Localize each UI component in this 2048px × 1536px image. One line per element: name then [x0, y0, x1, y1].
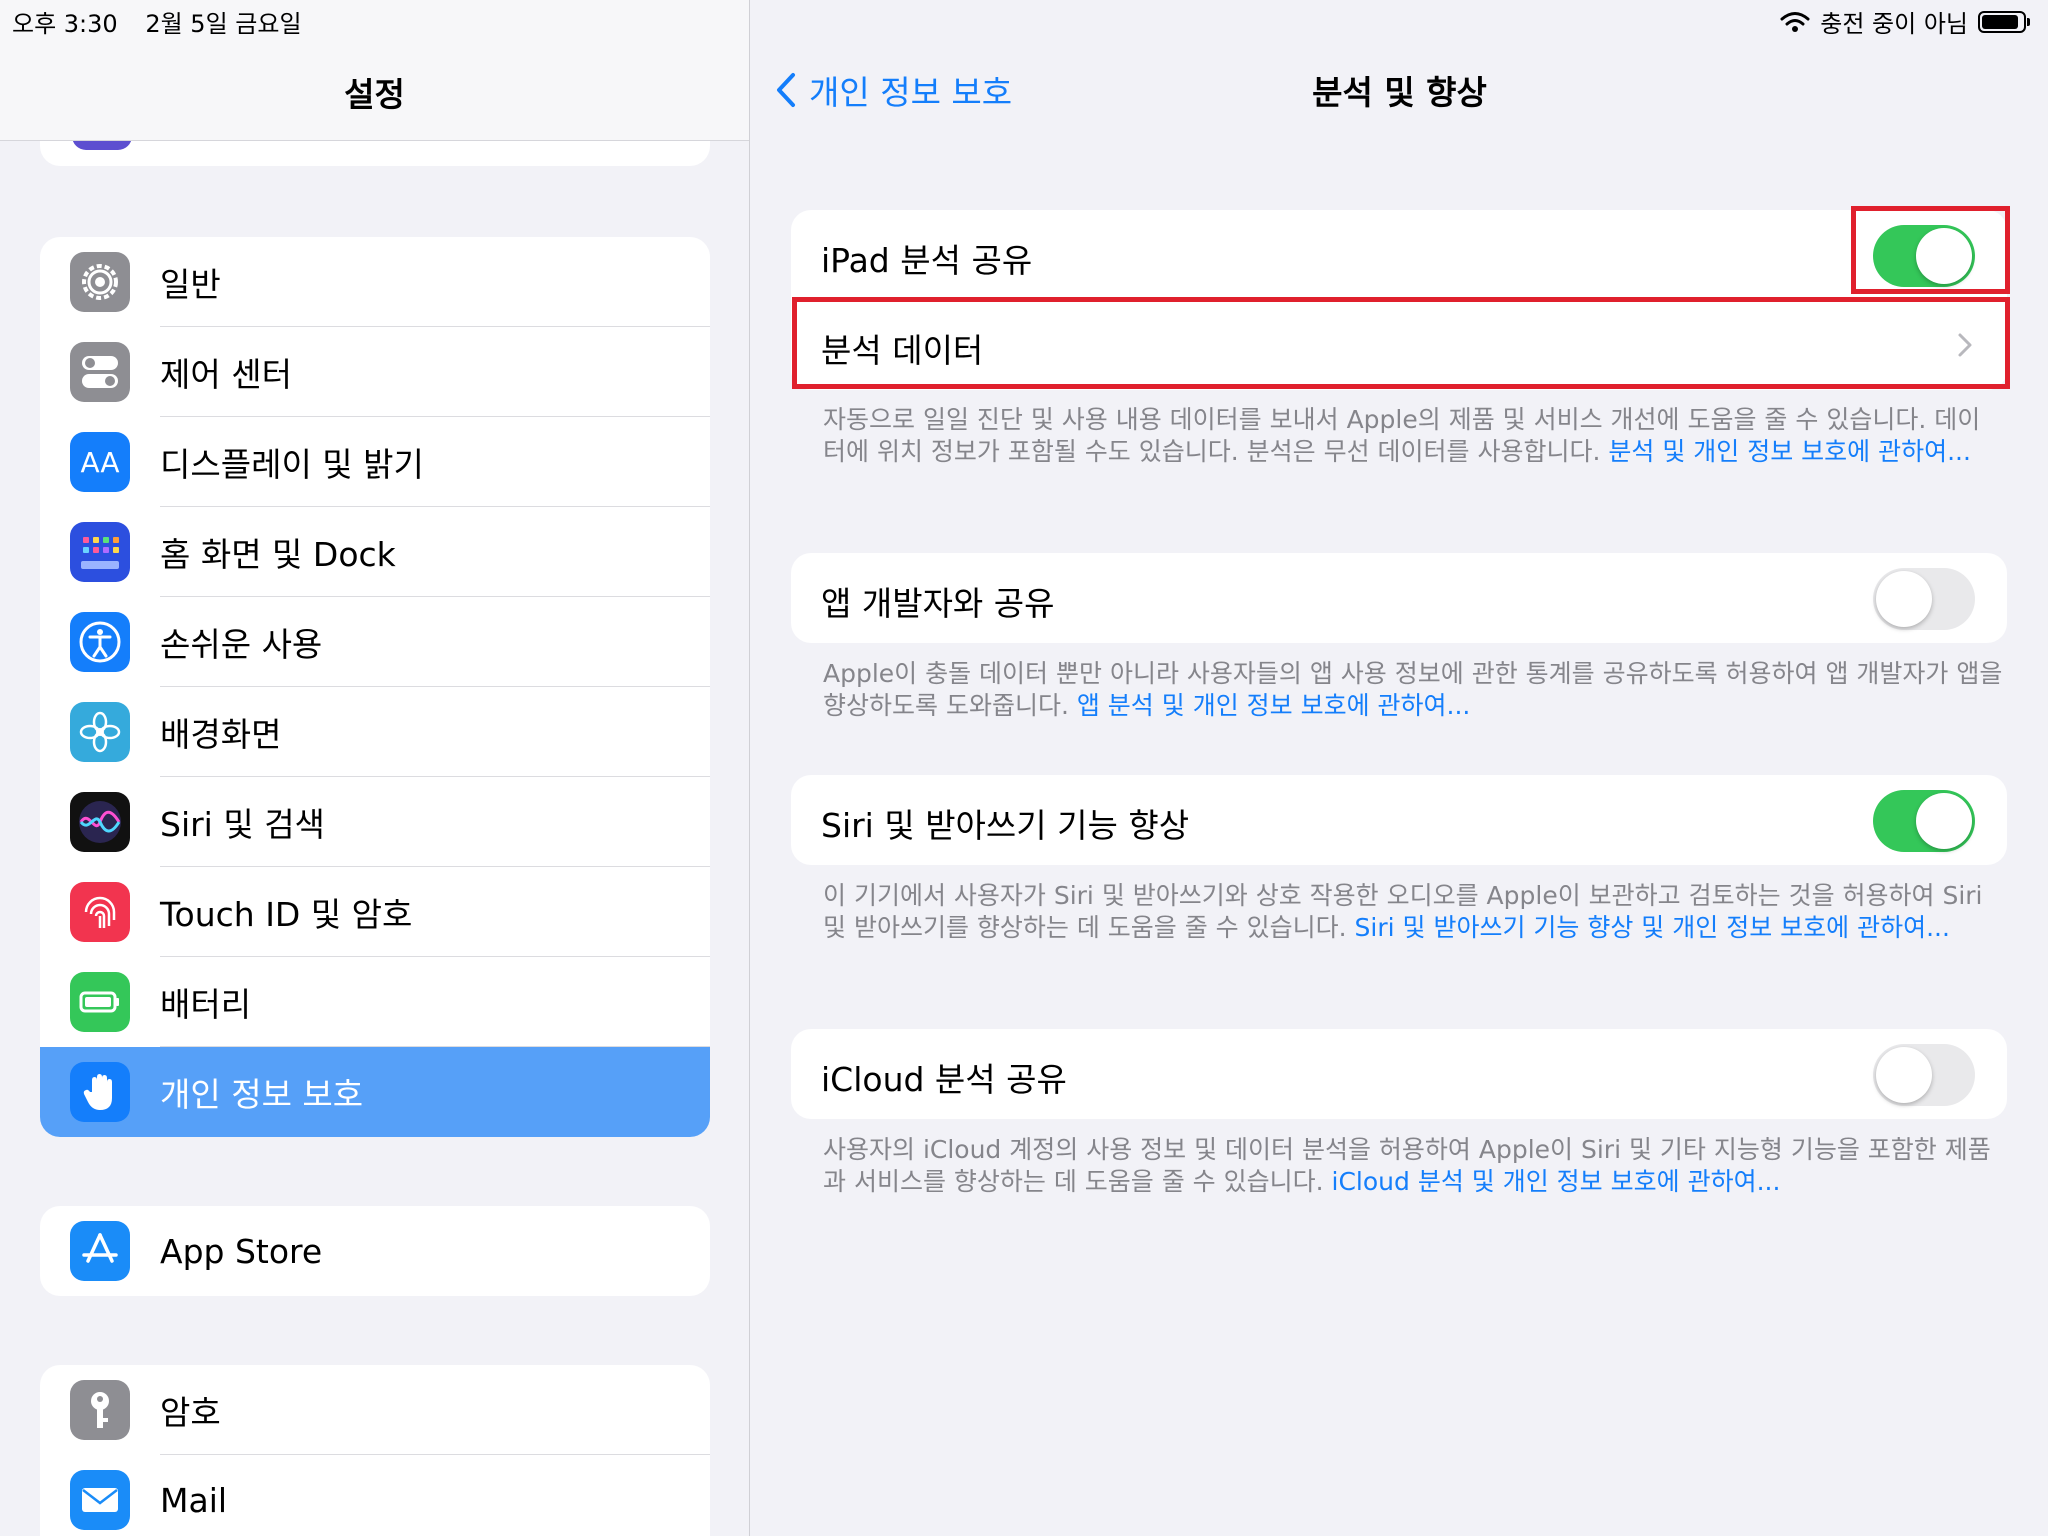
- sidebar-item-label: Mail: [160, 1480, 228, 1520]
- row-share-ipad-analytics: iPad 분석 공유: [791, 210, 2007, 300]
- improve-siri-toggle[interactable]: [1873, 790, 1975, 852]
- sidebar-item-general[interactable]: 일반: [40, 237, 710, 327]
- page-title: 분석 및 향상: [1312, 73, 1487, 112]
- highlight-analytics-data-box: [792, 297, 2010, 389]
- section-icloud-analytics: iCloud 분석 공유: [791, 1029, 2007, 1119]
- section-developer-sharing: 앱 개발자와 공유: [791, 553, 2007, 643]
- sidebar-item-label: 일반: [160, 265, 221, 304]
- sidebar-item-label: 배경화면: [160, 715, 282, 754]
- row-share-with-developers: 앱 개발자와 공유: [791, 553, 2007, 643]
- section-footer: 이 기기에서 사용자가 Siri 및 받아쓰기와 상호 작용한 오디오를 App…: [823, 881, 1983, 942]
- sidebar-item-touch-id[interactable]: Touch ID 및 암호: [40, 867, 710, 957]
- sidebar-item-control-center[interactable]: 제어 센터: [40, 327, 710, 417]
- fingerprint-icon: [70, 882, 130, 942]
- section-footer: 사용자의 iCloud 계정의 사용 정보 및 데이터 분석을 허용하여 App…: [823, 1135, 1991, 1196]
- siri-icon: [70, 792, 130, 852]
- sidebar-item-wallpaper[interactable]: 배경화면: [40, 687, 710, 777]
- text-size-icon: AA: [70, 432, 130, 492]
- row-share-icloud-analytics: iCloud 분석 공유: [791, 1029, 2007, 1119]
- sidebar: 설정 일반 제어 센터 AA 디스플레이 및 밝기 홈 화면 및 Dock 손쉬…: [0, 0, 750, 1536]
- sidebar-item-label: 암호: [160, 1393, 221, 1432]
- sidebar-item-passwords[interactable]: 암호: [40, 1365, 710, 1455]
- sidebar-item-privacy[interactable]: 개인 정보 보호: [40, 1047, 710, 1137]
- sidebar-item-label: 개인 정보 보호: [160, 1075, 364, 1114]
- share-with-developers-toggle[interactable]: [1873, 568, 1975, 630]
- footer-link[interactable]: Siri 및 받아쓰기 기능 향상 및 개인 정보 보호에 관하여...: [1355, 913, 1950, 942]
- toggles-icon: [70, 342, 130, 402]
- sidebar-group-general: 일반 제어 센터 AA 디스플레이 및 밝기 홈 화면 및 Dock 손쉬운 사…: [40, 237, 710, 1137]
- sidebar-item-label: Touch ID 및 암호: [160, 895, 413, 934]
- footer-link[interactable]: iCloud 분석 및 개인 정보 보호에 관하여...: [1332, 1167, 1781, 1196]
- sidebar-item-label: 손쉬운 사용: [160, 625, 323, 664]
- sidebar-group-store: App Store: [40, 1206, 710, 1296]
- sidebar-item-label: App Store: [160, 1231, 323, 1271]
- section-footer: 자동으로 일일 진단 및 사용 내용 데이터를 보내서 Apple의 제품 및 …: [823, 405, 1981, 466]
- sidebar-group-accounts: 암호 Mail: [40, 1365, 710, 1536]
- highlight-toggle-box: [1851, 206, 2010, 294]
- hand-icon: [70, 1062, 130, 1122]
- sidebar-item-display[interactable]: AA 디스플레이 및 밝기: [40, 417, 710, 507]
- row-label: 앱 개발자와 공유: [821, 584, 1055, 623]
- sidebar-item-mail[interactable]: Mail: [40, 1455, 710, 1536]
- sidebar-item-label: Siri 및 검색: [160, 805, 325, 844]
- sidebar-title: 설정: [344, 75, 405, 114]
- row-improve-siri: Siri 및 받아쓰기 기능 향상: [791, 775, 2007, 865]
- envelope-icon: [70, 1470, 130, 1530]
- share-icloud-analytics-toggle[interactable]: [1873, 1044, 1975, 1106]
- key-icon: [70, 1380, 130, 1440]
- accessibility-icon: [70, 612, 130, 672]
- status-date: 2월 5일 금요일: [145, 10, 302, 38]
- sidebar-item-accessibility[interactable]: 손쉬운 사용: [40, 597, 710, 687]
- sidebar-item-app-store[interactable]: App Store: [40, 1206, 710, 1296]
- status-time: 오후 3:30: [12, 10, 118, 38]
- sidebar-item-home-screen[interactable]: 홈 화면 및 Dock: [40, 507, 710, 597]
- section-siri-improve: Siri 및 받아쓰기 기능 향상: [791, 775, 2007, 865]
- row-label: iPad 분석 공유: [821, 241, 1033, 280]
- footer-link[interactable]: 분석 및 개인 정보 보호에 관하여...: [1608, 437, 1971, 466]
- section-footer: Apple이 충돌 데이터 뿐만 아니라 사용자들의 앱 사용 정보에 관한 통…: [823, 659, 2003, 720]
- detail-pane: 개인 정보 보호 분석 및 향상 iPad 분석 공유 분석 데이터 자동으로 …: [751, 0, 2048, 1536]
- row-label: iCloud 분석 공유: [821, 1060, 1067, 1099]
- status-bar-left: 오후 3:30 2월 5일 금요일: [12, 4, 322, 39]
- sidebar-item-label: 제어 센터: [160, 355, 292, 394]
- sidebar-item-label: 디스플레이 및 밝기: [160, 445, 424, 484]
- row-label: Siri 및 받아쓰기 기능 향상: [821, 806, 1190, 845]
- footer-link[interactable]: 앱 분석 및 개인 정보 보호에 관하여...: [1077, 691, 1471, 720]
- gear-icon: [70, 252, 130, 312]
- sidebar-item-siri[interactable]: Siri 및 검색: [40, 777, 710, 867]
- battery-icon: [70, 972, 130, 1032]
- sidebar-item-battery[interactable]: 배터리: [40, 957, 710, 1047]
- sidebar-item-label: 홈 화면 및 Dock: [160, 535, 396, 574]
- app-store-icon: [70, 1221, 130, 1281]
- app-grid-icon: [70, 522, 130, 582]
- sidebar-item-label: 배터리: [160, 985, 252, 1024]
- flower-icon: [70, 702, 130, 762]
